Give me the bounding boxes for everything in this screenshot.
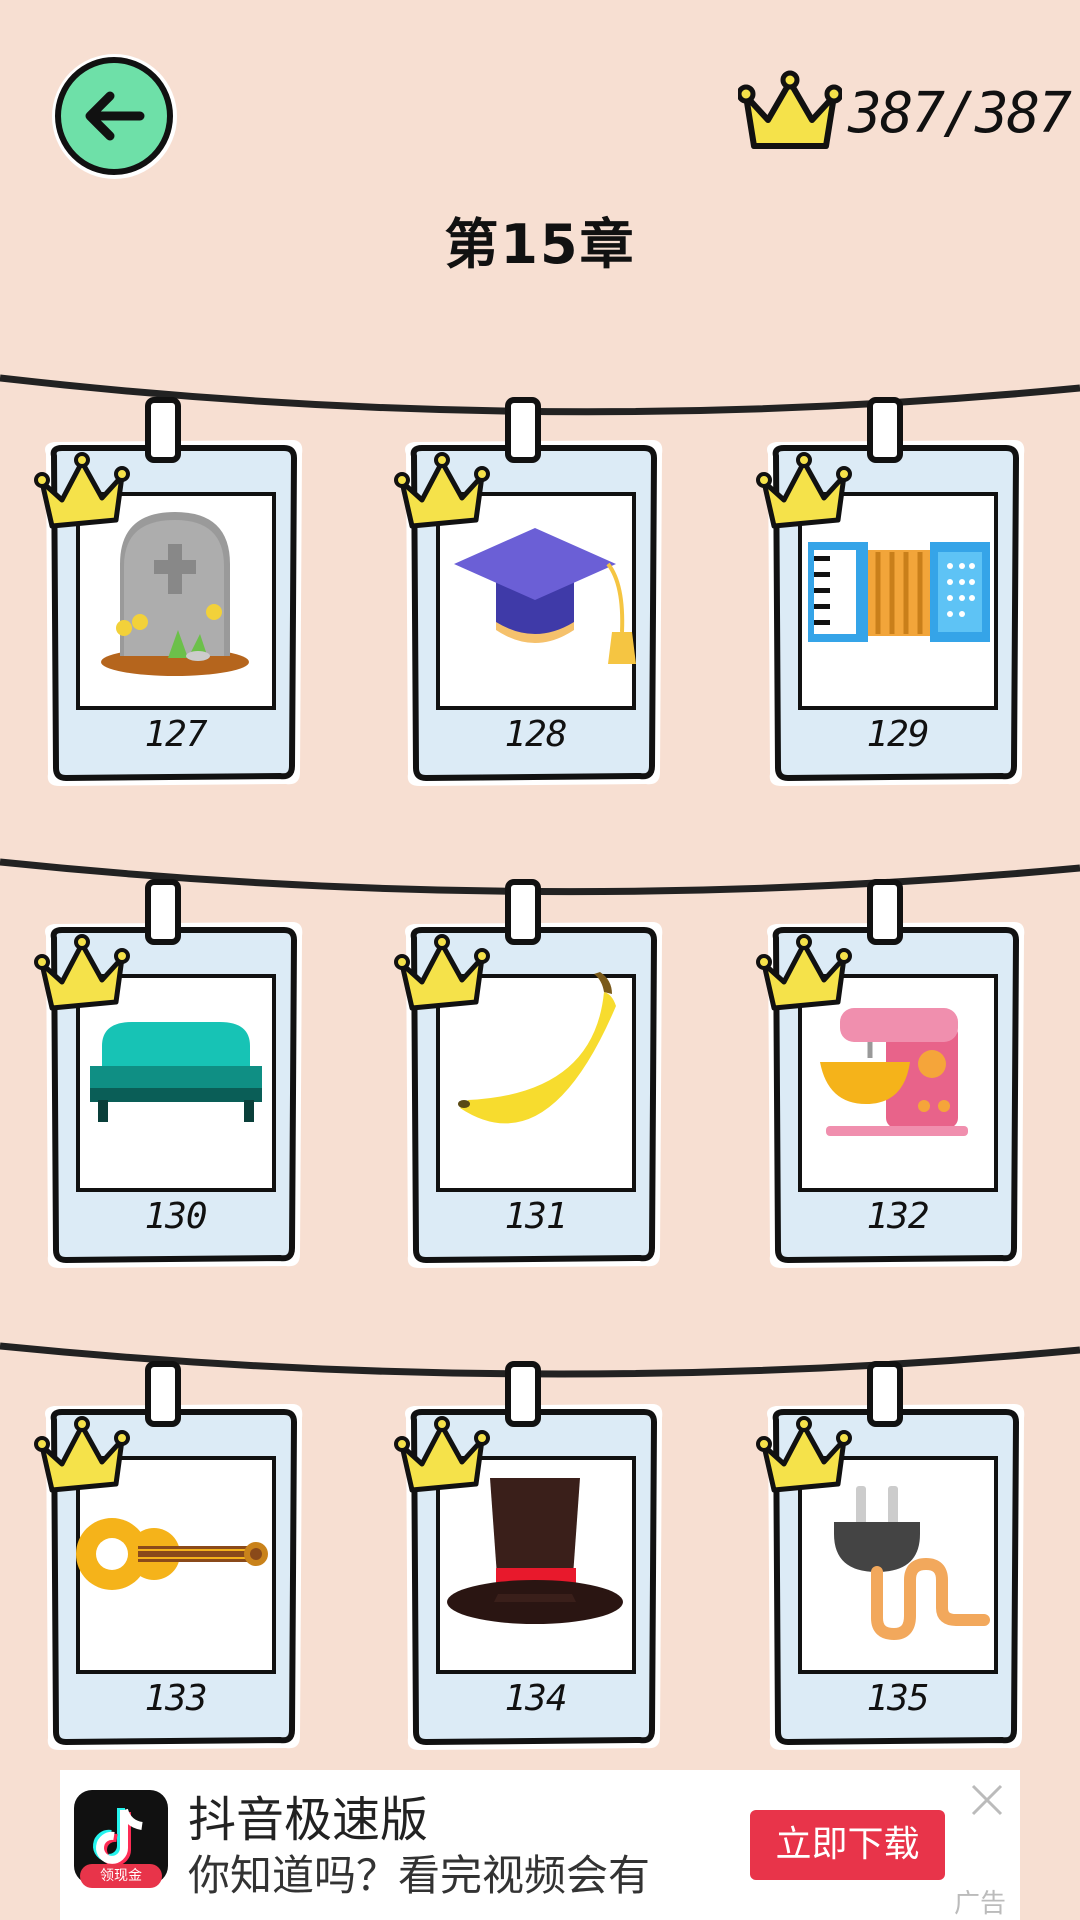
level-number: 127	[144, 714, 207, 755]
level-card-128[interactable]: 128	[394, 394, 673, 794]
level-number: 134	[504, 1678, 567, 1719]
crown-icon	[34, 934, 130, 1011]
crown-icon	[394, 452, 490, 529]
level-card-133[interactable]: 133	[34, 1358, 313, 1758]
level-card-134[interactable]: 134	[394, 1358, 673, 1758]
level-card-127[interactable]: 127	[34, 394, 313, 794]
level-number: 131	[504, 1196, 567, 1237]
ad-badge: 领现金	[80, 1864, 162, 1888]
level-card-135[interactable]: 135	[756, 1358, 1035, 1758]
ad-label: 广告	[953, 1889, 1006, 1919]
crown-icon	[394, 1416, 490, 1493]
level-card-131[interactable]: 131	[394, 876, 673, 1276]
douyin-icon[interactable]: 领现金	[74, 1790, 168, 1888]
level-number: 130	[144, 1196, 207, 1237]
level-card-132[interactable]: 132	[756, 876, 1035, 1276]
level-number: 132	[866, 1196, 929, 1237]
accordion-icon	[808, 542, 990, 642]
level-number: 128	[504, 714, 567, 755]
ad-download-button[interactable]: 立即下载	[750, 1810, 945, 1880]
level-number: 129	[866, 714, 929, 755]
ad-title[interactable]: 抖音极速版	[188, 1780, 428, 1850]
ad-description[interactable]: 你知道吗？看完视频会有...	[188, 1842, 648, 1903]
ad-banner[interactable]: 领现金 抖音极速版 你知道吗？看完视频会有... 立即下载 广告	[60, 1770, 1020, 1920]
crown-icon	[394, 934, 490, 1011]
crown-icon	[756, 934, 852, 1011]
crown-icon	[34, 452, 130, 529]
close-icon[interactable]	[965, 1778, 1009, 1822]
crown-icon	[756, 452, 852, 529]
level-card-130[interactable]: 130	[34, 876, 313, 1276]
level-number: 135	[866, 1678, 929, 1719]
crown-icon	[756, 1416, 852, 1493]
level-card-129[interactable]: 129	[756, 394, 1035, 794]
level-number: 133	[144, 1678, 207, 1719]
crown-icon	[34, 1416, 130, 1493]
